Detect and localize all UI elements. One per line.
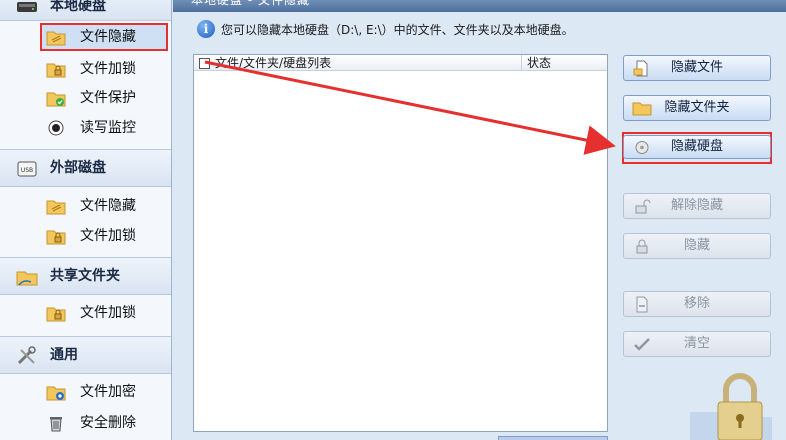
- sidebar-item-external-file-hide[interactable]: 文件隐藏: [40, 192, 168, 220]
- button-label: 隐藏文件: [670, 60, 723, 75]
- sidebar: 本地硬盘 文件隐藏 文件加锁 文件保护 读写监控 USB 外部磁盘 文件隐藏 文…: [0, 0, 172, 440]
- sidebar-item-label: 文件加密: [80, 384, 136, 400]
- hide-folder-button[interactable]: 隐藏文件夹: [623, 95, 771, 121]
- folder-lock-icon: [46, 230, 66, 245]
- info-row: i 您可以隐藏本地硬盘（D:\, E:\）中的文件、文件夹以及本地硬盘。: [197, 18, 574, 40]
- select-all-checkbox[interactable]: [199, 58, 210, 69]
- button-label: 隐藏硬盘: [670, 139, 723, 154]
- button-label: 隐藏: [683, 238, 710, 253]
- tools-icon: [17, 346, 36, 365]
- group-header-local-disk[interactable]: 本地硬盘: [0, 0, 171, 21]
- folder-encrypt-icon: [46, 386, 66, 401]
- sidebar-item-local-file-hide[interactable]: 文件隐藏: [40, 23, 168, 51]
- sidebar-item-label: 文件加锁: [80, 228, 136, 244]
- hide-button[interactable]: 隐藏: [623, 233, 771, 259]
- column-header-name[interactable]: 文件/文件夹/硬盘列表: [215, 55, 331, 71]
- sidebar-item-label: 文件隐藏: [80, 29, 136, 45]
- column-divider[interactable]: [521, 55, 522, 71]
- file-list[interactable]: 文件/文件夹/硬盘列表 状态: [193, 54, 608, 432]
- sidebar-item-shared-file-lock[interactable]: 文件加锁: [40, 299, 168, 327]
- group-title: 共享文件夹: [50, 268, 120, 284]
- folder-lock-icon: [46, 307, 66, 322]
- info-text: 您可以隐藏本地硬盘（D:\, E:\）中的文件、文件夹以及本地硬盘。: [221, 22, 574, 37]
- sidebar-item-label: 文件保护: [80, 90, 136, 106]
- sidebar-item-local-file-protect[interactable]: 文件保护: [40, 84, 168, 112]
- unhide-button[interactable]: 解除隐藏: [623, 193, 771, 219]
- sidebar-item-external-file-lock[interactable]: 文件加锁: [40, 222, 168, 250]
- list-header: 文件/文件夹/硬盘列表 状态: [194, 55, 607, 71]
- monitor-icon: [48, 120, 64, 136]
- breadcrumb: 本地硬盘 - 文件隐藏: [191, 0, 310, 7]
- shared-folder-icon: [16, 271, 38, 286]
- hide-file-button[interactable]: 隐藏文件: [623, 55, 771, 81]
- usb-disk-icon: USB: [17, 161, 37, 177]
- breadcrumb-bar: 本地硬盘 - 文件隐藏: [173, 0, 786, 12]
- group-header-shared-folder[interactable]: 共享文件夹: [0, 257, 171, 295]
- button-label: 清空: [683, 336, 710, 351]
- remove-button[interactable]: 移除: [623, 291, 771, 317]
- column-header-status[interactable]: 状态: [527, 55, 551, 71]
- bottom-button-edge[interactable]: [498, 436, 608, 440]
- sidebar-item-local-rw-monitor[interactable]: 读写监控: [40, 114, 168, 142]
- trash-icon: [50, 417, 62, 432]
- local-disk-icon: [17, 2, 37, 12]
- main-panel: 本地硬盘 - 文件隐藏 i 您可以隐藏本地硬盘（D:\, E:\）中的文件、文件…: [173, 0, 786, 440]
- clear-button[interactable]: 清空: [623, 331, 771, 357]
- sidebar-item-label: 文件加锁: [80, 305, 136, 321]
- sidebar-item-label: 读写监控: [80, 120, 136, 136]
- folder-protect-icon: [46, 92, 66, 107]
- button-label: 解除隐藏: [670, 198, 723, 213]
- folder-lock-icon: [46, 63, 66, 78]
- group-header-general[interactable]: 通用: [0, 336, 171, 374]
- sidebar-item-file-encrypt[interactable]: 文件加密: [40, 378, 168, 406]
- sidebar-item-local-file-lock[interactable]: 文件加锁: [40, 55, 168, 83]
- group-header-external-disk[interactable]: USB 外部磁盘: [0, 149, 171, 187]
- button-label: 移除: [683, 296, 710, 311]
- sidebar-item-label: 文件隐藏: [80, 198, 136, 214]
- hide-disk-button[interactable]: 隐藏硬盘: [623, 135, 771, 159]
- folder-hide-icon: [46, 200, 66, 215]
- group-title: 通用: [50, 347, 78, 363]
- padlock-folder-illustration: [690, 373, 772, 440]
- button-label: 隐藏文件夹: [664, 100, 730, 115]
- info-icon: i: [197, 20, 215, 38]
- folder-hide-icon: [46, 31, 66, 46]
- group-title: 外部磁盘: [50, 160, 106, 176]
- sidebar-item-label: 安全删除: [80, 415, 136, 431]
- sidebar-item-label: 文件加锁: [80, 61, 136, 77]
- sidebar-item-secure-delete[interactable]: 安全删除: [40, 409, 168, 437]
- svg-text:USB: USB: [21, 167, 33, 174]
